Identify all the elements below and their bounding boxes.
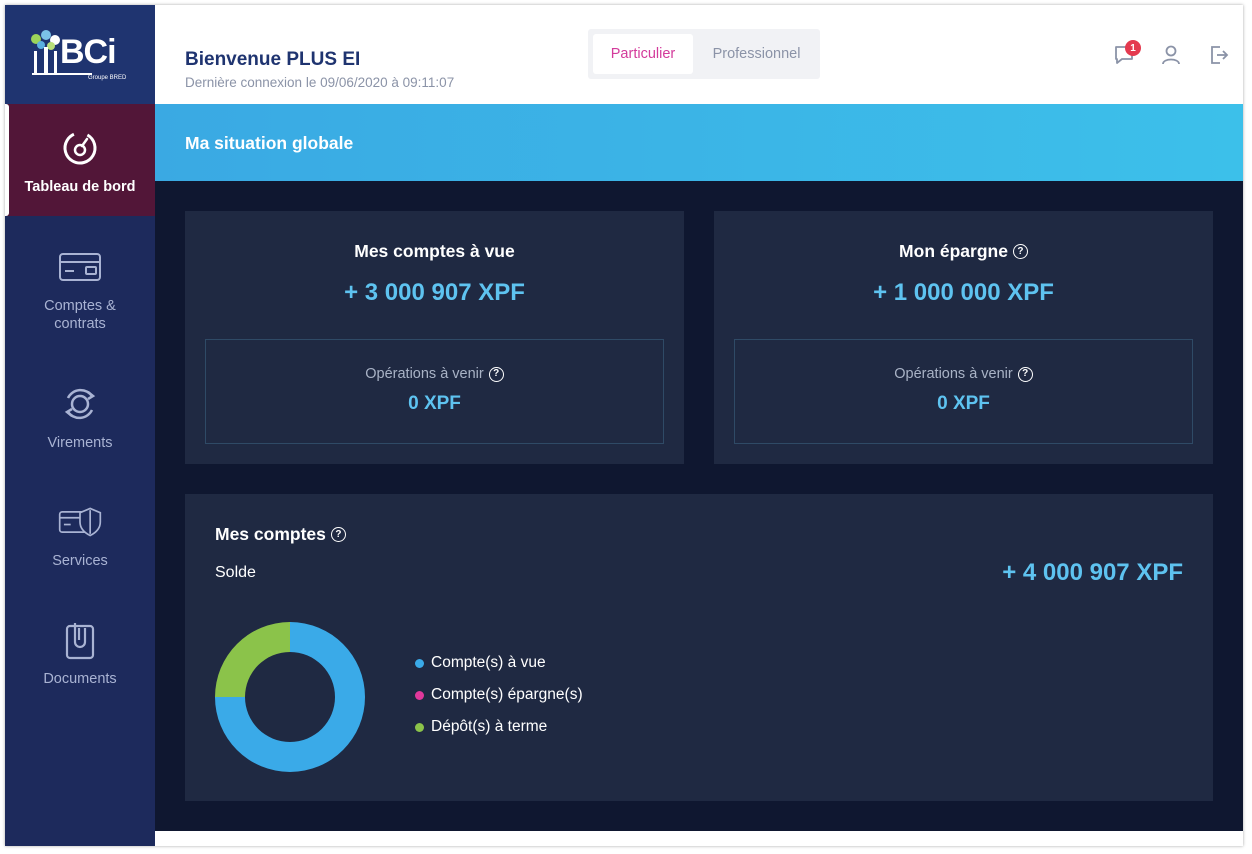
upcoming-value: 0 XPF	[937, 393, 990, 414]
sidebar-item-tableau-de-bord[interactable]: Tableau de bord	[5, 104, 155, 216]
sidebar-item-comptes-contrats[interactable]: Comptes & contrats	[5, 223, 155, 333]
card-title: Mes comptes ?	[215, 524, 346, 545]
legend-item: Compte(s) à vue	[415, 654, 546, 672]
clipboard-icon	[58, 618, 102, 662]
legend-dot	[415, 658, 424, 668]
last-login-text: Dernière connexion le 09/06/2020 à 09:11…	[185, 75, 455, 90]
dashboard-icon	[58, 126, 102, 170]
card-title: Mes comptes à vue	[185, 241, 684, 262]
global-situation-banner: Ma situation globale	[155, 104, 1243, 181]
mes-comptes-card: Mes comptes ? Solde + 4 000 907 XPF Comp…	[185, 494, 1213, 801]
app-window: BCi Groupe BRED Tableau de bord Comptes …	[5, 5, 1243, 846]
shield-card-icon	[58, 500, 102, 544]
sidebar-item-label: Documents	[43, 671, 117, 687]
card-icon	[58, 245, 102, 289]
legend-dot	[415, 690, 424, 700]
logo-text: BCi	[60, 32, 117, 71]
sidebar-item-services[interactable]: Services	[5, 478, 155, 588]
card-title-text: Mes comptes à vue	[354, 241, 515, 261]
sidebar-item-label: Services	[52, 553, 108, 569]
accounts-donut-chart	[215, 622, 365, 772]
sidebar-item-label: Tableau de bord	[24, 179, 136, 195]
help-icon[interactable]: ?	[1017, 366, 1033, 382]
legend-dot	[415, 722, 424, 732]
legend-item: Compte(s) épargne(s)	[415, 686, 583, 704]
card-title-text: Mon épargne	[899, 241, 1008, 261]
logout-icon[interactable]	[1207, 43, 1231, 67]
tab-particulier[interactable]: Particulier	[593, 34, 693, 74]
solde-label: Solde	[215, 564, 256, 581]
header: Bienvenue PLUS EI Dernière connexion le …	[155, 5, 1243, 104]
sidebar-item-documents[interactable]: Documents	[5, 596, 155, 706]
logo[interactable]: BCi Groupe BRED	[5, 5, 155, 104]
sidebar-item-label: Comptes & contrats	[44, 298, 116, 332]
solde-value: + 4 000 907 XPF	[1002, 559, 1183, 586]
logo-subtitle: Groupe BRED	[88, 74, 127, 81]
legend-item: Dépôt(s) à terme	[415, 718, 547, 736]
donut-slice	[215, 622, 290, 697]
help-icon[interactable]: ?	[488, 366, 504, 382]
welcome-title: Bienvenue PLUS EI	[185, 49, 361, 70]
notification-badge: 1	[1125, 40, 1141, 56]
upcoming-operations-box: Opérations à venir ? 0 XPF	[205, 339, 664, 444]
sidebar-item-label: Virements	[47, 435, 113, 451]
sidebar: BCi Groupe BRED Tableau de bord Comptes …	[5, 5, 155, 846]
transfer-icon	[58, 382, 102, 426]
tab-professionnel[interactable]: Professionnel	[698, 34, 815, 74]
upcoming-label-text: Opérations à venir	[365, 366, 484, 382]
card-amount: + 3 000 907 XPF	[344, 279, 525, 306]
help-icon[interactable]: ?	[330, 527, 346, 542]
card-title-text: Mes comptes	[215, 524, 326, 544]
upcoming-label-text: Opérations à venir	[894, 366, 1013, 382]
legend-label: Compte(s) à vue	[431, 654, 546, 671]
card-title: Mon épargne ?	[714, 241, 1213, 262]
legend-label: Dépôt(s) à terme	[431, 718, 548, 735]
legend-label: Compte(s) épargne(s)	[431, 686, 583, 703]
logo-divider	[32, 72, 92, 75]
profile-segmented-control: Particulier Professionnel	[588, 29, 820, 79]
help-icon[interactable]: ?	[1012, 244, 1028, 259]
footer-strip	[155, 831, 1243, 846]
page-title: Ma situation globale	[185, 133, 354, 153]
user-icon[interactable]	[1159, 43, 1183, 67]
comptes-vue-card[interactable]: Mes comptes à vue + 3 000 907 XPF Opérat…	[185, 211, 684, 464]
upcoming-value: 0 XPF	[408, 393, 461, 414]
epargne-card[interactable]: Mon épargne ? + 1 000 000 XPF Opérations…	[714, 211, 1213, 464]
upcoming-label: Opérations à venir ?	[735, 366, 1192, 382]
upcoming-label: Opérations à venir ?	[206, 366, 663, 382]
card-amount: + 1 000 000 XPF	[873, 279, 1054, 306]
upcoming-operations-box: Opérations à venir ? 0 XPF	[734, 339, 1193, 444]
sidebar-item-virements[interactable]: Virements	[5, 360, 155, 470]
